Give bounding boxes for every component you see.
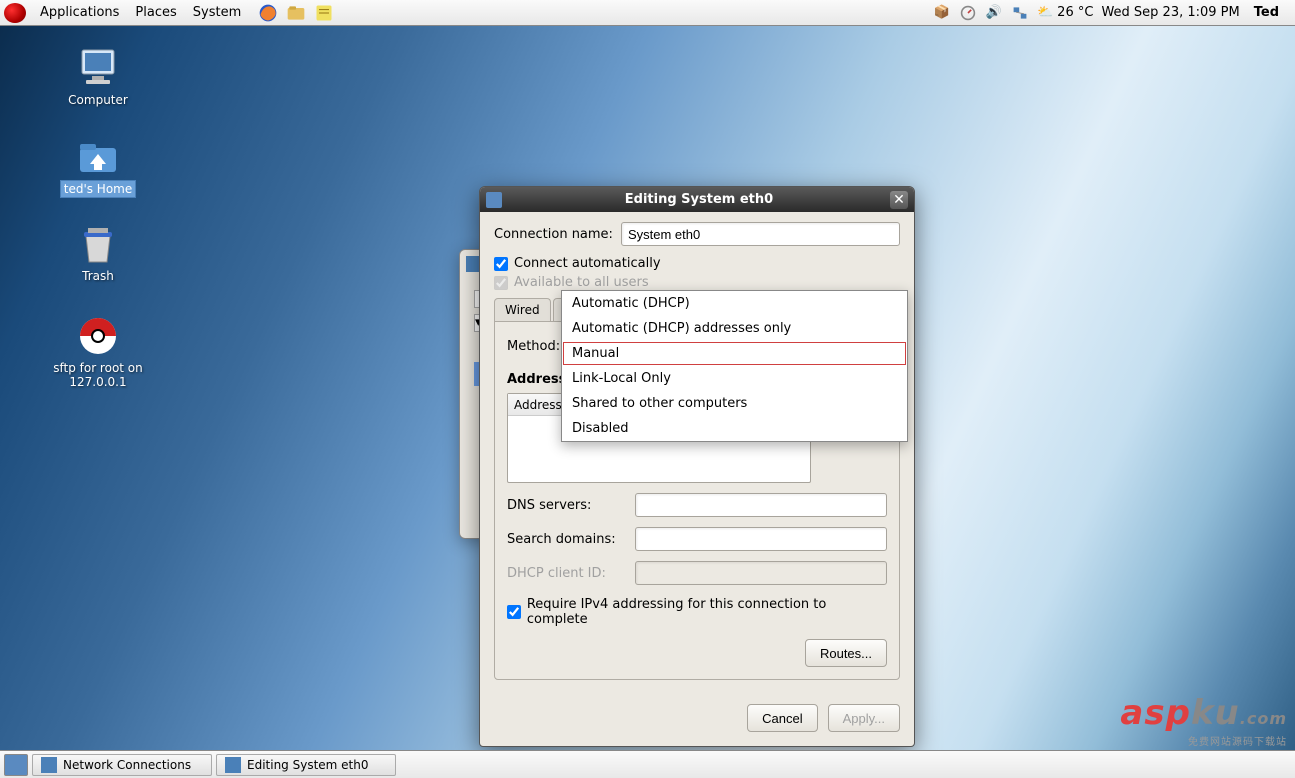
menu-places[interactable]: Places bbox=[127, 2, 184, 23]
weather-applet[interactable]: ⛅ 26 °C bbox=[1037, 5, 1093, 20]
taskbar-item-network-connections[interactable]: Network Connections bbox=[32, 754, 212, 776]
require-ipv4-label: Require IPv4 addressing for this connect… bbox=[527, 597, 887, 627]
titlebar[interactable]: Editing System eth0 ✕ bbox=[480, 187, 914, 212]
require-ipv4-checkbox[interactable] bbox=[507, 605, 521, 619]
network-icon[interactable] bbox=[1011, 4, 1029, 22]
method-option-link-local[interactable]: Link-Local Only bbox=[562, 366, 907, 391]
taskbar-item-label: Editing System eth0 bbox=[247, 758, 369, 772]
taskbar-item-label: Network Connections bbox=[63, 758, 191, 772]
clock[interactable]: Wed Sep 23, 1:09 PM bbox=[1101, 5, 1239, 20]
update-icon[interactable]: 📦 bbox=[933, 4, 951, 22]
method-option-disabled[interactable]: Disabled bbox=[562, 416, 907, 441]
notes-icon[interactable] bbox=[313, 2, 335, 24]
redhat-logo-icon[interactable] bbox=[4, 3, 26, 23]
menu-applications[interactable]: Applications bbox=[32, 2, 127, 23]
dhcp-client-id-label: DHCP client ID: bbox=[507, 566, 627, 581]
search-domains-input[interactable] bbox=[635, 527, 887, 551]
user-menu[interactable]: Ted bbox=[1248, 5, 1285, 20]
weather-icon: ⛅ bbox=[1037, 5, 1053, 20]
close-button[interactable]: ✕ bbox=[890, 191, 908, 209]
method-option-auto-dhcp[interactable]: Automatic (DHCP) bbox=[562, 291, 907, 316]
connect-automatically-label: Connect automatically bbox=[514, 256, 661, 271]
method-option-shared[interactable]: Shared to other computers bbox=[562, 391, 907, 416]
method-dropdown-popup: Automatic (DHCP) Automatic (DHCP) addres… bbox=[561, 290, 908, 442]
dhcp-client-id-input bbox=[635, 561, 887, 585]
remote-server-icon bbox=[74, 314, 122, 358]
taskbar-item-editing-eth0[interactable]: Editing System eth0 bbox=[216, 754, 396, 776]
tab-wired[interactable]: Wired bbox=[494, 298, 551, 321]
window-title: Editing System eth0 bbox=[508, 192, 890, 207]
method-option-auto-dhcp-addresses[interactable]: Automatic (DHCP) addresses only bbox=[562, 316, 907, 341]
connection-name-input[interactable] bbox=[621, 222, 900, 246]
desktop-icon-label: Computer bbox=[65, 92, 131, 108]
weather-temp: 26 °C bbox=[1057, 5, 1093, 20]
desktop-icon-label: Trash bbox=[79, 268, 117, 284]
editing-connection-dialog: Editing System eth0 ✕ Connection name: C… bbox=[479, 186, 915, 747]
apply-button: Apply... bbox=[828, 704, 900, 732]
show-desktop-button[interactable] bbox=[4, 754, 28, 776]
network-icon bbox=[225, 757, 241, 773]
computer-icon bbox=[74, 46, 122, 90]
file-browser-icon[interactable] bbox=[285, 2, 307, 24]
cancel-button[interactable]: Cancel bbox=[747, 704, 817, 732]
dns-servers-label: DNS servers: bbox=[507, 498, 627, 513]
network-icon bbox=[41, 757, 57, 773]
desktop-icon-home[interactable]: ted's Home bbox=[38, 134, 158, 198]
watermark: aspku.com 免费网站源码下载站 bbox=[1120, 693, 1287, 748]
volume-icon[interactable]: 🔊 bbox=[985, 4, 1003, 22]
menu-system[interactable]: System bbox=[185, 2, 249, 23]
desktop-icon-label: ted's Home bbox=[60, 180, 137, 198]
available-all-users-checkbox bbox=[494, 276, 508, 290]
search-domains-label: Search domains: bbox=[507, 532, 627, 547]
available-all-users-label: Available to all users bbox=[514, 275, 649, 290]
connection-name-label: Connection name: bbox=[494, 227, 613, 242]
dns-servers-input[interactable] bbox=[635, 493, 887, 517]
method-option-manual[interactable]: Manual bbox=[562, 341, 907, 366]
desktop-icon-trash[interactable]: Trash bbox=[38, 222, 158, 284]
bottom-panel: Network Connections Editing System eth0 bbox=[0, 750, 1295, 778]
window-icon bbox=[486, 192, 502, 208]
trash-icon bbox=[74, 222, 122, 266]
firefox-icon[interactable] bbox=[257, 2, 279, 24]
home-folder-icon bbox=[74, 134, 122, 178]
top-panel: Applications Places System 📦 🔊 ⛅ 26 °C W… bbox=[0, 0, 1295, 26]
method-label: Method: bbox=[507, 339, 560, 354]
connect-automatically-checkbox[interactable] bbox=[494, 257, 508, 271]
cpu-gauge-icon[interactable] bbox=[959, 4, 977, 22]
routes-button[interactable]: Routes... bbox=[805, 639, 887, 667]
desktop-icon-label: sftp for root on 127.0.0.1 bbox=[38, 360, 158, 390]
desktop-icon-computer[interactable]: Computer bbox=[38, 46, 158, 108]
desktop-icon-sftp[interactable]: sftp for root on 127.0.0.1 bbox=[38, 314, 158, 390]
